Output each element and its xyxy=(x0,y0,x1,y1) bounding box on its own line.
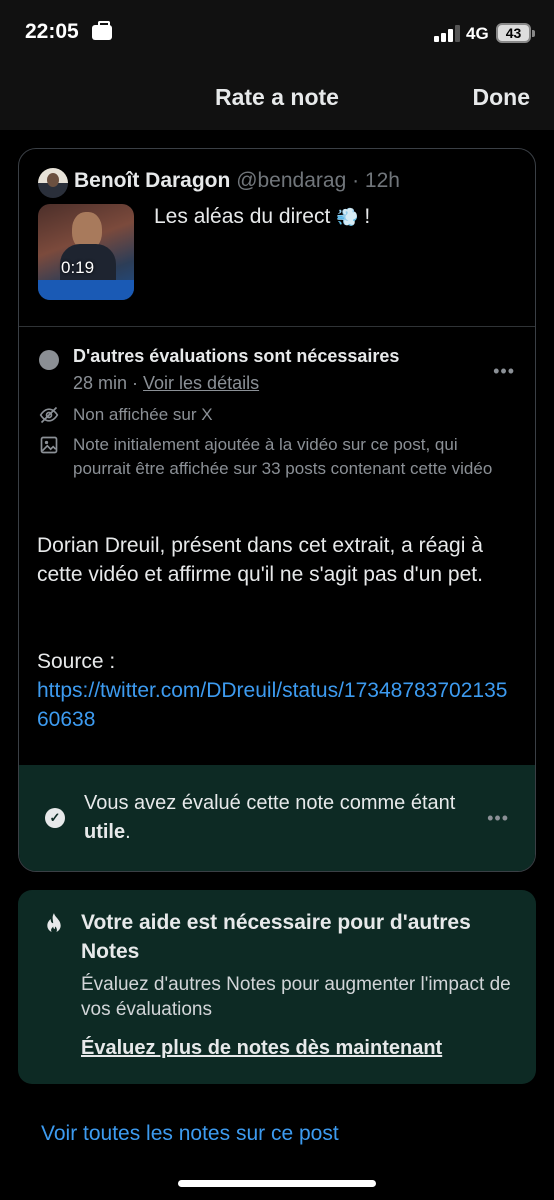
briefcase-icon xyxy=(92,21,112,40)
note-status: D'autres évaluations sont nécessaires xyxy=(73,346,400,366)
rating-prefix: Vous avez évalué cette note comme étant xyxy=(84,792,456,814)
page-title: Rate a note xyxy=(215,84,339,110)
rating-text: Vous avez évalué cette note comme étant … xyxy=(84,789,464,847)
post-text: Les aléas du direct 💨 ! xyxy=(154,205,370,229)
check-circle-icon: ✓ xyxy=(45,808,65,828)
post-author: Benoît Daragon @bendarag · 12h xyxy=(74,169,400,193)
rating-suffix: . xyxy=(125,821,131,843)
help-card: Votre aide est nécessaire pour d'autres … xyxy=(18,890,536,1084)
note-age: 28 min xyxy=(73,373,128,393)
media-info-text: Note initialement ajoutée à la vidéo sur… xyxy=(73,435,493,478)
note-card: Benoît Daragon @bendarag · 12h 0:19 Les … xyxy=(18,148,536,872)
header: Rate a note Done xyxy=(0,68,554,130)
help-description: Évaluez d'autres Notes pour augmenter l'… xyxy=(81,974,511,1020)
dash-emoji: 💨 xyxy=(336,207,359,227)
visibility-text: Non affichée sur X xyxy=(73,405,213,424)
network-label: 4G xyxy=(466,24,489,43)
status-bar: 22:05 4G 43 xyxy=(0,0,554,68)
more-icon[interactable]: ••• xyxy=(493,361,515,382)
note-source: Source : https://twitter.com/DDreuil/sta… xyxy=(37,647,517,734)
author-handle: @bendarag · 12h xyxy=(236,169,400,192)
post-text-end: ! xyxy=(358,205,371,228)
rate-more-link[interactable]: Évaluez plus de notes dès maintenant xyxy=(81,1037,442,1060)
rating-banner: ✓ Vous avez évalué cette note comme étan… xyxy=(19,765,535,871)
community-note: D'autres évaluations sont nécessaires 28… xyxy=(19,327,535,765)
all-notes-link[interactable]: Voir toutes les notes sur ce post xyxy=(41,1122,339,1146)
status-dot-icon xyxy=(39,350,59,370)
post-preview[interactable]: Benoît Daragon @bendarag · 12h 0:19 Les … xyxy=(19,149,535,327)
battery-icon: 43 xyxy=(496,23,535,43)
video-thumbnail[interactable]: 0:19 xyxy=(38,204,134,300)
rating-more-icon[interactable]: ••• xyxy=(487,808,509,829)
source-link[interactable]: https://twitter.com/DDreuil/status/17348… xyxy=(37,676,517,734)
done-button[interactable]: Done xyxy=(473,84,531,111)
post-text-body: Les aléas du direct xyxy=(154,205,331,228)
home-indicator[interactable] xyxy=(178,1180,376,1187)
help-title: Votre aide est nécessaire pour d'autres … xyxy=(81,911,471,963)
details-link[interactable]: Voir les détails xyxy=(143,373,259,393)
signal-icon xyxy=(434,24,460,42)
video-duration: 0:19 xyxy=(61,258,95,277)
author-name: Benoît Daragon xyxy=(74,169,231,192)
rating-value: utile xyxy=(84,821,126,843)
meta-separator: · xyxy=(127,373,144,393)
clock: 22:05 xyxy=(25,20,79,43)
flame-icon xyxy=(47,913,61,934)
image-icon xyxy=(40,436,58,454)
note-meta: 28 min · Voir les détails xyxy=(73,373,259,394)
eye-off-icon xyxy=(39,406,59,424)
note-body: Dorian Dreuil, présent dans cet extrait,… xyxy=(37,534,483,586)
avatar[interactable] xyxy=(38,168,68,198)
source-label: Source : xyxy=(37,650,116,673)
